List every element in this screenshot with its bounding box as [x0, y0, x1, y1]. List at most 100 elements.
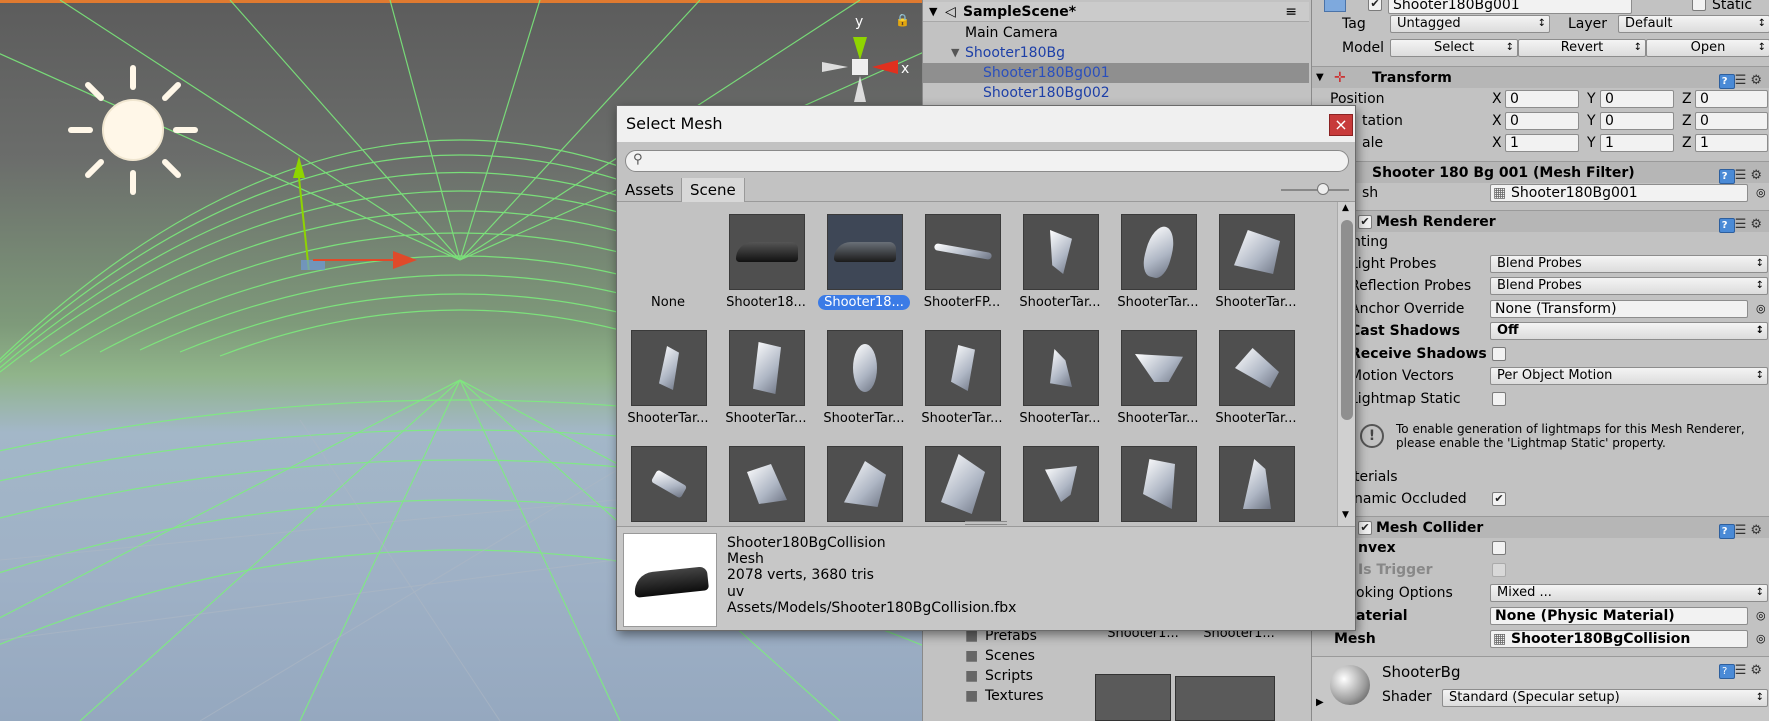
active-checkbox[interactable]: ✔	[1368, 0, 1382, 11]
lightmap-static-checkbox[interactable]	[1492, 392, 1506, 406]
mesh-item-none[interactable]: None	[619, 214, 717, 326]
project-asset-thumbnail[interactable]	[1175, 676, 1275, 721]
reflection-probes-dropdown[interactable]: Blend Probes	[1490, 277, 1768, 295]
materials-foldout[interactable]: terials	[1312, 466, 1769, 488]
sun-light-icon[interactable]	[68, 65, 198, 195]
hierarchy-item-shooter180bg002[interactable]: Shooter180Bg002	[923, 83, 1309, 103]
lighting-foldout[interactable]: hting	[1312, 231, 1769, 253]
help-icon[interactable]: ?	[1718, 74, 1735, 89]
grid-scrollbar[interactable]: ▲ ▼	[1337, 202, 1355, 526]
mesh-item[interactable]: ShooterTar...	[913, 330, 1011, 442]
mesh-collider-enabled-checkbox[interactable]: ✔	[1358, 521, 1372, 535]
gear-icon[interactable]: ⚙	[1750, 663, 1766, 678]
mesh-renderer-header[interactable]: ✔ Mesh Renderer ? ☰⚙	[1312, 210, 1769, 233]
mesh-item[interactable]: ShooterTar...	[1011, 214, 1109, 326]
mesh-object-field[interactable]: Shooter180Bg001	[1490, 184, 1748, 202]
mesh-item[interactable]: ShooterTar...	[1207, 330, 1305, 442]
cast-shadows-dropdown[interactable]: Off	[1490, 322, 1768, 340]
layer-dropdown[interactable]: Default	[1618, 15, 1769, 33]
slider-handle[interactable]	[1317, 183, 1329, 195]
tab-scene[interactable]: Scene	[681, 178, 745, 202]
mesh-item[interactable]	[1207, 446, 1305, 526]
expand-arrow-icon[interactable]: ▶	[1316, 697, 1324, 708]
motion-vectors-dropdown[interactable]: Per Object Motion	[1490, 367, 1768, 385]
light-probes-dropdown[interactable]: Blend Probes	[1490, 255, 1768, 273]
scene-menu-icon[interactable]: ≡	[1285, 2, 1297, 22]
model-revert-button[interactable]: Revert	[1518, 39, 1646, 57]
cooking-options-dropdown[interactable]: Mixed ...	[1490, 584, 1768, 602]
scrollbar-thumb[interactable]	[1341, 220, 1353, 420]
collider-mesh-field[interactable]: Shooter180BgCollision	[1490, 630, 1748, 648]
presets-icon[interactable]: ☰	[1735, 663, 1751, 678]
mesh-item-selected[interactable]: Shooter18...	[815, 214, 913, 326]
convex-checkbox[interactable]	[1492, 541, 1506, 555]
anchor-override-field[interactable]: None (Transform)	[1490, 300, 1748, 318]
mesh-item[interactable]	[913, 446, 1011, 526]
hierarchy-item-main-camera[interactable]: Main Camera	[923, 23, 1309, 43]
scale-z-field[interactable]: 1	[1695, 134, 1768, 152]
physic-material-field[interactable]: None (Physic Material)	[1490, 607, 1748, 625]
mesh-item[interactable]: ShooterTar...	[1011, 330, 1109, 442]
scale-x-field[interactable]: 1	[1505, 134, 1579, 152]
position-y-field[interactable]: 0	[1600, 90, 1674, 108]
mesh-item[interactable]	[815, 446, 913, 526]
mesh-renderer-enabled-checkbox[interactable]: ✔	[1358, 215, 1372, 229]
mesh-filter-header[interactable]: Shooter 180 Bg 001 (Mesh Filter) ? ☰⚙	[1312, 161, 1769, 184]
position-z-field[interactable]: 0	[1695, 90, 1768, 108]
close-button[interactable]: ×	[1329, 114, 1353, 136]
scale-y-field[interactable]: 1	[1600, 134, 1674, 152]
model-select-button[interactable]: Select	[1390, 39, 1518, 57]
search-field[interactable]: ⚲	[625, 150, 1349, 172]
shader-dropdown[interactable]: Standard (Specular setup)	[1442, 689, 1768, 707]
thumbnail-size-slider[interactable]	[1281, 183, 1349, 195]
presets-icon[interactable]: ☰	[1735, 168, 1751, 183]
model-open-button[interactable]: Open	[1646, 39, 1769, 57]
scroll-up-arrow-icon[interactable]: ▲	[1342, 203, 1349, 213]
hierarchy-item-shooter180bg[interactable]: ▼ Shooter180Bg	[923, 43, 1309, 63]
mesh-item[interactable]: ShooterTar...	[1207, 214, 1305, 326]
help-icon[interactable]: ?	[1718, 664, 1735, 679]
search-input[interactable]	[650, 153, 1340, 169]
gear-icon[interactable]: ⚙	[1750, 523, 1766, 538]
scroll-down-arrow-icon[interactable]: ▼	[1342, 510, 1349, 520]
mesh-item[interactable]: Shooter18...	[717, 214, 815, 326]
dynamic-occluded-checkbox[interactable]: ✔	[1492, 492, 1506, 506]
rotation-y-field[interactable]: 0	[1600, 112, 1674, 130]
mesh-item[interactable]: ShooterTar...	[815, 330, 913, 442]
presets-icon[interactable]: ☰	[1735, 73, 1751, 88]
mesh-item[interactable]	[1109, 446, 1207, 526]
gear-icon[interactable]: ⚙	[1750, 168, 1766, 183]
object-picker-icon[interactable]: ◎	[1756, 605, 1766, 627]
mesh-item[interactable]: ShooterFP...	[913, 214, 1011, 326]
gear-icon[interactable]: ⚙	[1750, 73, 1766, 88]
mesh-item[interactable]	[717, 446, 815, 526]
mesh-item[interactable]	[619, 446, 717, 526]
mesh-item[interactable]: ShooterTar...	[717, 330, 815, 442]
rotation-x-field[interactable]: 0	[1505, 112, 1579, 130]
mesh-item[interactable]: ShooterTar...	[619, 330, 717, 442]
transform-header[interactable]: ▼ ✛ Transform ? ☰⚙	[1312, 66, 1769, 89]
resize-handle[interactable]	[965, 521, 1007, 525]
gear-icon[interactable]: ⚙	[1750, 217, 1766, 232]
mesh-item[interactable]: ShooterTar...	[1109, 214, 1207, 326]
move-gizmo-icon[interactable]	[285, 150, 425, 270]
dialog-titlebar[interactable]: Select Mesh	[617, 106, 1355, 142]
position-x-field[interactable]: 0	[1505, 90, 1579, 108]
expand-arrow-icon[interactable]: ▼	[1316, 67, 1324, 89]
rotation-z-field[interactable]: 0	[1695, 112, 1768, 130]
static-checkbox[interactable]	[1692, 0, 1706, 11]
folder-scenes[interactable]: ■ Scenes	[923, 646, 1309, 666]
mesh-item[interactable]	[1011, 446, 1109, 526]
expand-arrow-icon[interactable]: ▼	[951, 43, 959, 63]
mesh-collider-header[interactable]: ✔ Mesh Collider ? ☰⚙	[1312, 516, 1769, 539]
object-picker-icon[interactable]: ◎	[1756, 628, 1766, 650]
receive-shadows-checkbox[interactable]	[1492, 347, 1506, 361]
hierarchy-item-shooter180bg001[interactable]: Shooter180Bg001	[923, 63, 1309, 83]
scene-header[interactable]: ▼ ◁ SampleScene* ≡	[923, 2, 1309, 22]
object-name-field[interactable]: Shooter180Bg001	[1388, 0, 1632, 14]
object-picker-icon[interactable]: ◎	[1756, 298, 1766, 320]
mesh-item[interactable]: ShooterTar...	[1109, 330, 1207, 442]
tag-dropdown[interactable]: Untagged	[1390, 15, 1550, 33]
presets-icon[interactable]: ☰	[1735, 523, 1751, 538]
tab-assets[interactable]: Assets	[617, 178, 682, 202]
